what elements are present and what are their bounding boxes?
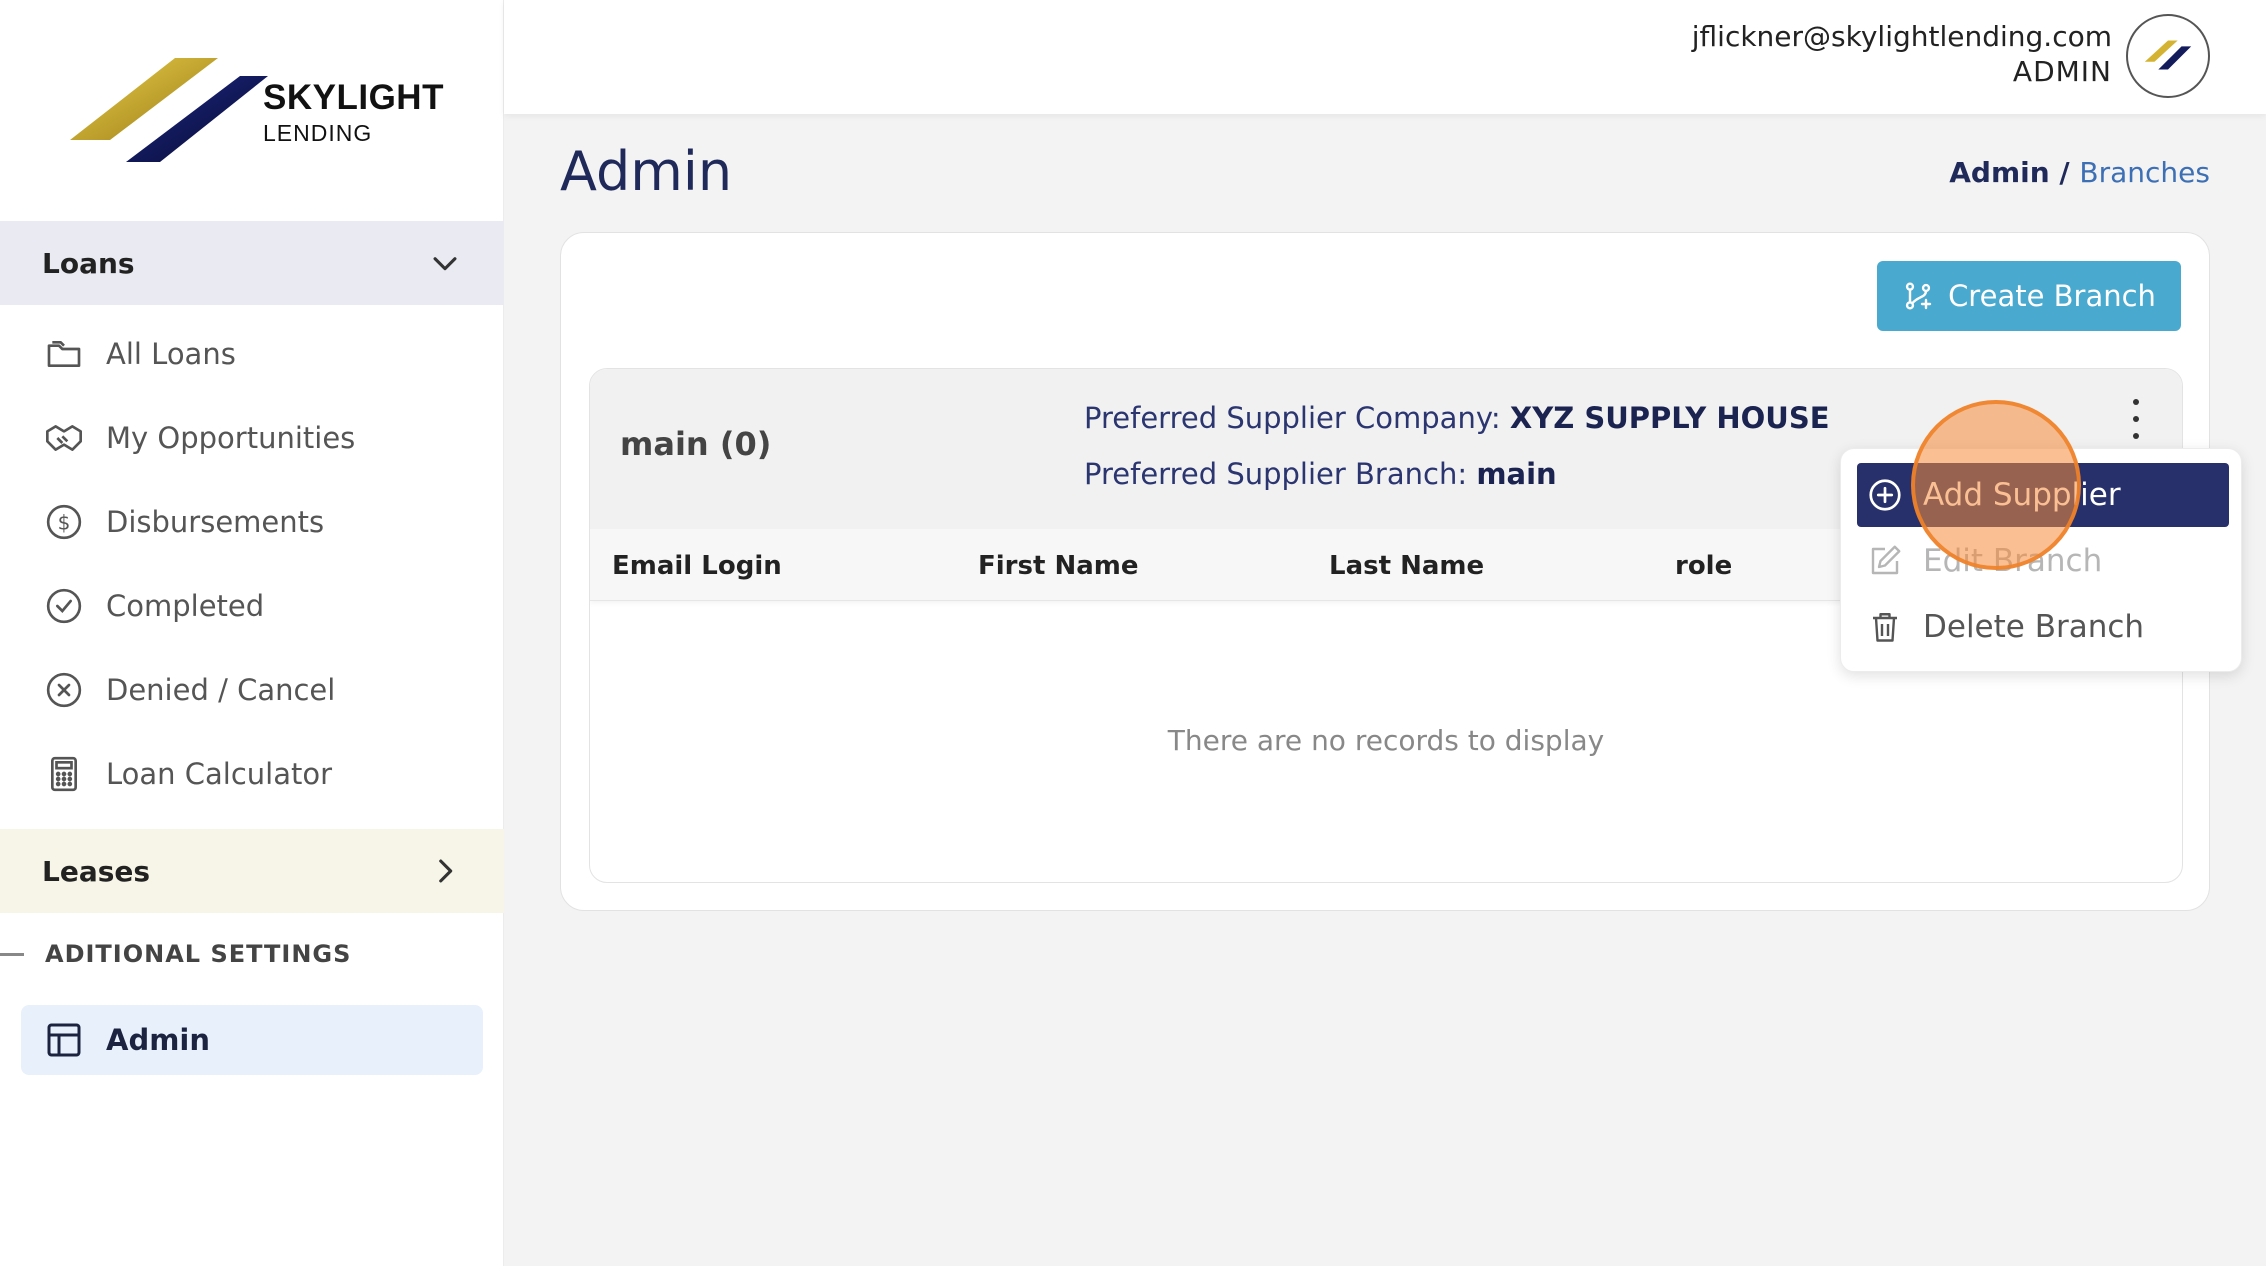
- divider: [0, 952, 24, 956]
- avatar-logo-icon: [2144, 40, 2192, 70]
- more-options-icon[interactable]: [2126, 399, 2146, 439]
- chevron-right-icon: [439, 859, 453, 883]
- pref-branch-label: Preferred Supplier Branch:: [1084, 457, 1477, 491]
- column-header-role[interactable]: role: [1675, 551, 1732, 581]
- sidebar-item-my-opportunities[interactable]: My Opportunities: [0, 396, 504, 480]
- sidebar-section-leases[interactable]: Leases: [0, 829, 504, 913]
- chevron-down-icon: [433, 257, 457, 271]
- section-label: Loans: [42, 246, 135, 280]
- menu-item-label: Delete Branch: [1923, 609, 2145, 645]
- calculator-icon: [42, 752, 86, 796]
- check-circle-icon: [42, 584, 86, 628]
- sidebar-section-loans[interactable]: Loans: [0, 221, 504, 305]
- branch-add-icon: [1905, 282, 1932, 310]
- plus-circle-icon: [1865, 475, 1905, 515]
- section-label: Leases: [42, 854, 151, 888]
- branch-name: main (0): [620, 425, 772, 463]
- sidebar-item-denied-cancel[interactable]: Denied / Cancel: [0, 648, 504, 732]
- sidebar-item-label: My Opportunities: [106, 421, 356, 455]
- sidebar-item-completed[interactable]: Completed: [0, 564, 504, 648]
- edit-icon: [1865, 541, 1905, 581]
- dollar-circle-icon: $: [42, 500, 86, 544]
- create-branch-button[interactable]: Create Branch: [1877, 261, 2181, 331]
- breadcrumb-link-branches[interactable]: Branches: [2079, 156, 2210, 189]
- pref-company-value: XYZ SUPPLY HOUSE: [1509, 401, 1830, 435]
- preferred-supplier-branch: Preferred Supplier Branch: main: [1084, 457, 1557, 491]
- preferred-supplier-company: Preferred Supplier Company: XYZ SUPPLY H…: [1084, 401, 1830, 435]
- menu-item-delete-branch[interactable]: Delete Branch: [1857, 595, 2229, 659]
- avatar[interactable]: [2126, 14, 2210, 98]
- settings-heading-text: ADITIONAL SETTINGS: [45, 940, 352, 968]
- user-info: jflickner@skylightlending.com ADMIN: [1692, 20, 2112, 88]
- layout-icon: [42, 1018, 86, 1062]
- user-email: jflickner@skylightlending.com: [1691, 20, 2112, 53]
- breadcrumb-current[interactable]: Admin: [1949, 156, 2049, 189]
- page-title: Admin: [560, 140, 733, 203]
- sidebar-item-label: Loan Calculator: [106, 757, 333, 791]
- column-header-first-name[interactable]: First Name: [978, 551, 1138, 581]
- sidebar-item-all-loans[interactable]: All Loans: [0, 312, 504, 396]
- sidebar-item-label: Admin: [106, 1023, 211, 1057]
- settings-heading: ADITIONAL SETTINGS: [0, 940, 351, 968]
- breadcrumb-separator: /: [2049, 156, 2080, 189]
- brand-name: SKYLIGHT: [263, 78, 444, 117]
- svg-text:$: $: [58, 511, 71, 535]
- x-circle-icon: [42, 668, 86, 712]
- create-branch-label: Create Branch: [1948, 279, 2156, 313]
- click-indicator: [1911, 400, 2081, 570]
- trash-icon: [1865, 607, 1905, 647]
- folder-icon: [42, 332, 86, 376]
- breadcrumb: Admin / Branches: [1949, 156, 2210, 189]
- handshake-icon: [42, 416, 86, 460]
- brand-subtitle: LENDING: [263, 120, 373, 146]
- sidebar-item-label: Denied / Cancel: [106, 673, 336, 707]
- pref-company-label: Preferred Supplier Company:: [1084, 401, 1510, 435]
- user-role: ADMIN: [2012, 55, 2112, 88]
- sidebar-item-admin[interactable]: Admin: [21, 1005, 483, 1075]
- logo-text: SKYLIGHT LENDING: [263, 78, 444, 147]
- sidebar: SKYLIGHT LENDING Loans All Loans My Oppo…: [0, 0, 504, 1266]
- column-header-email-login[interactable]: Email Login: [612, 551, 782, 581]
- sidebar-item-loan-calculator[interactable]: Loan Calculator: [0, 732, 504, 816]
- top-bar: jflickner@skylightlending.com ADMIN: [504, 0, 2266, 114]
- sidebar-item-label: Disbursements: [106, 505, 325, 539]
- column-header-last-name[interactable]: Last Name: [1329, 551, 1484, 581]
- empty-table-message: There are no records to display: [1167, 724, 1605, 757]
- sidebar-item-label: All Loans: [106, 337, 236, 371]
- pref-branch-value: main: [1476, 457, 1557, 491]
- sidebar-item-label: Completed: [106, 589, 265, 623]
- sidebar-item-disbursements[interactable]: $ Disbursements: [0, 480, 504, 564]
